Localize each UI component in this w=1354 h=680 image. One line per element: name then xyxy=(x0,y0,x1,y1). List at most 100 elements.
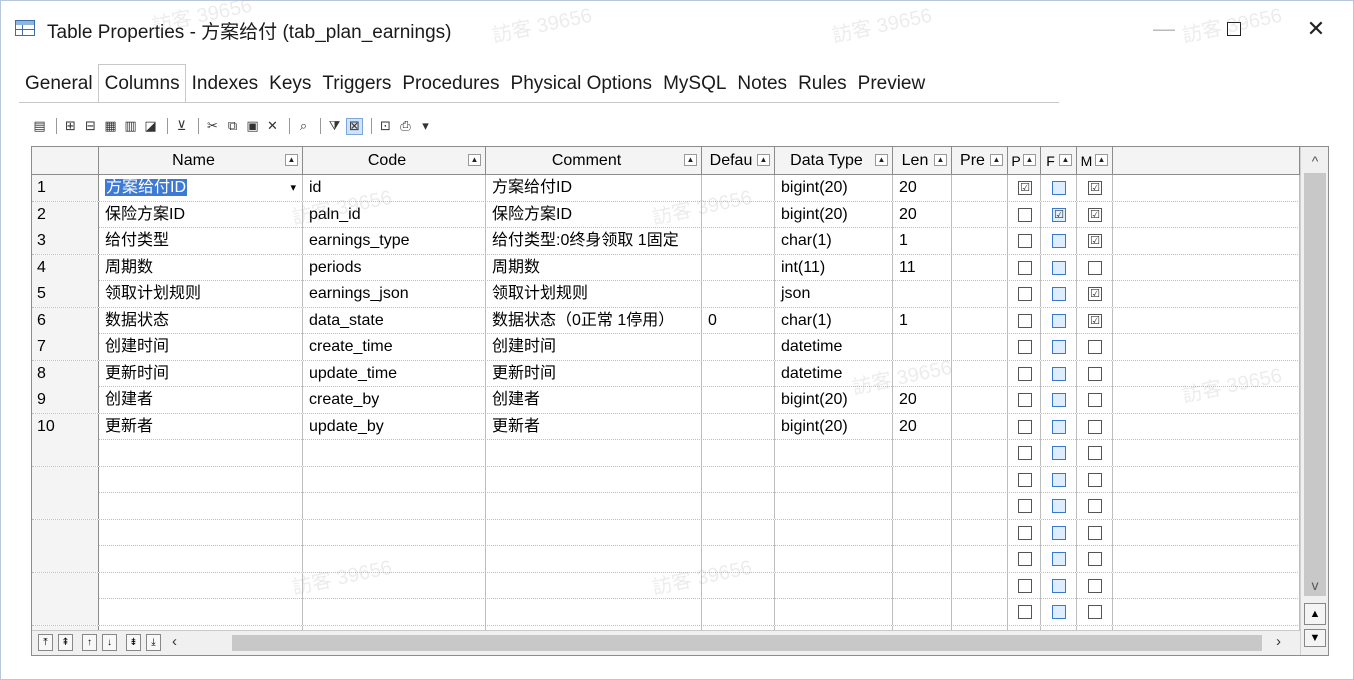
cell-len[interactable]: 20 xyxy=(893,201,952,228)
cell-code[interactable]: create_time xyxy=(303,334,486,360)
move-top-icon[interactable]: ⤒ xyxy=(38,634,53,651)
checkbox-f[interactable] xyxy=(1052,366,1066,381)
cell-m[interactable] xyxy=(1077,413,1113,440)
cell-default[interactable] xyxy=(702,360,775,387)
cell-comment[interactable] xyxy=(486,440,702,466)
vertical-scrollbar[interactable]: ^ v ▲ ▼ xyxy=(1300,147,1328,655)
column-header-type[interactable]: Data Type ▲ xyxy=(775,147,893,175)
checkbox-m[interactable]: ☑ xyxy=(1088,207,1102,222)
cell-type[interactable] xyxy=(775,493,893,519)
cell-type[interactable] xyxy=(775,440,893,466)
cell-code[interactable] xyxy=(303,440,486,466)
checkbox-p[interactable] xyxy=(1018,472,1032,487)
cell-pre[interactable] xyxy=(952,546,1008,572)
cell-m[interactable] xyxy=(1077,546,1113,572)
cut-icon[interactable]: ✂ xyxy=(204,118,221,135)
cell-f[interactable] xyxy=(1041,599,1077,625)
cell-len[interactable] xyxy=(893,493,952,519)
cell-type[interactable]: bigint(20) xyxy=(775,387,893,413)
cell-len[interactable] xyxy=(893,281,952,307)
cell-code[interactable]: id xyxy=(303,175,486,201)
checkbox-p[interactable] xyxy=(1018,207,1032,222)
sort-icon[interactable]: ▲ xyxy=(285,154,298,166)
checkbox-m[interactable] xyxy=(1088,366,1102,381)
cell-code[interactable]: earnings_type xyxy=(303,228,486,254)
columns-icon[interactable]: ▥ xyxy=(122,118,139,135)
cell-p[interactable]: ☑ xyxy=(1008,175,1041,201)
sort-icon[interactable]: ▲ xyxy=(875,154,888,166)
cell-p[interactable] xyxy=(1008,360,1041,387)
tab-columns[interactable]: Columns xyxy=(97,64,186,102)
cell-comment[interactable]: 保险方案ID xyxy=(486,201,702,228)
cell-default[interactable] xyxy=(702,599,775,625)
scroll-left-icon[interactable]: ‹ xyxy=(172,633,177,650)
sort-icon[interactable]: ▲ xyxy=(934,154,947,166)
cell-name[interactable]: 领取计划规则 xyxy=(99,281,303,307)
checkbox-m[interactable] xyxy=(1088,393,1102,407)
cell-comment[interactable]: 数据状态（0正常 1停用） xyxy=(486,307,702,334)
cell-name[interactable]: 更新时间 xyxy=(99,360,303,387)
checkbox-f[interactable] xyxy=(1052,578,1066,593)
cell-code[interactable]: update_by xyxy=(303,413,486,440)
close-button[interactable]: ✕ xyxy=(1293,9,1339,49)
cell-len[interactable]: 1 xyxy=(893,307,952,334)
tab-general[interactable]: General xyxy=(19,68,98,102)
tab-rules[interactable]: Rules xyxy=(792,68,852,102)
cell-type[interactable] xyxy=(775,466,893,493)
column-header-name[interactable]: Name ▲ xyxy=(99,147,303,175)
cell-pre[interactable] xyxy=(952,572,1008,599)
cell-pre[interactable] xyxy=(952,254,1008,281)
cell-p[interactable] xyxy=(1008,413,1041,440)
cell-len[interactable] xyxy=(893,546,952,572)
cell-code[interactable]: earnings_json xyxy=(303,281,486,307)
cell-f[interactable] xyxy=(1041,175,1077,201)
cell-name[interactable] xyxy=(99,572,303,599)
cell-code[interactable] xyxy=(303,493,486,519)
scroll-down-icon[interactable]: v xyxy=(1301,577,1328,593)
cell-m[interactable] xyxy=(1077,440,1113,466)
checkbox-p[interactable] xyxy=(1018,340,1032,354)
column-header-m[interactable]: M ▲ xyxy=(1077,147,1113,175)
checkbox-p[interactable]: ☑ xyxy=(1018,181,1032,195)
sort-icon[interactable]: ▲ xyxy=(468,154,481,166)
cell-len[interactable]: 11 xyxy=(893,254,952,281)
tab-procedures[interactable]: Procedures xyxy=(396,68,504,102)
cell-pre[interactable] xyxy=(952,334,1008,360)
tab-triggers[interactable]: Triggers xyxy=(316,68,396,102)
checkbox-p[interactable] xyxy=(1018,552,1032,566)
sort-icon[interactable]: ▲ xyxy=(1059,154,1072,166)
checkbox-f[interactable] xyxy=(1052,499,1066,513)
checkbox-p[interactable] xyxy=(1018,366,1032,381)
paste-icon[interactable]: ▣ xyxy=(244,118,261,135)
cell-code[interactable]: periods xyxy=(303,254,486,281)
cell-f[interactable] xyxy=(1041,546,1077,572)
checkbox-m[interactable]: ☑ xyxy=(1088,287,1102,301)
checkbox-p[interactable] xyxy=(1018,287,1032,301)
delete-icon[interactable]: ✕ xyxy=(264,118,281,135)
cell-type[interactable]: bigint(20) xyxy=(775,175,893,201)
checkbox-f[interactable] xyxy=(1052,181,1066,195)
checkbox-f[interactable] xyxy=(1052,419,1066,434)
cell-type[interactable]: char(1) xyxy=(775,307,893,334)
cell-m[interactable] xyxy=(1077,466,1113,493)
checkbox-p[interactable] xyxy=(1018,393,1032,407)
checkbox-m[interactable] xyxy=(1088,446,1102,460)
tab-physical-options[interactable]: Physical Options xyxy=(505,68,658,102)
cell-pre[interactable] xyxy=(952,387,1008,413)
sort-icon[interactable]: ▲ xyxy=(1023,154,1036,166)
move-up-icon[interactable]: ↑ xyxy=(82,634,97,651)
cell-m[interactable] xyxy=(1077,599,1113,625)
cell-pre[interactable] xyxy=(952,201,1008,228)
checkbox-f[interactable] xyxy=(1052,446,1066,460)
cell-p[interactable] xyxy=(1008,201,1041,228)
table-row[interactable] xyxy=(32,546,1300,573)
cell-name[interactable]: 周期数 xyxy=(99,254,303,281)
column-header-comment[interactable]: Comment ▲ xyxy=(486,147,702,175)
cell-name[interactable] xyxy=(99,599,303,625)
auto-column-icon[interactable]: ⊠ xyxy=(346,117,363,135)
cell-type[interactable]: json xyxy=(775,281,893,307)
cell-comment[interactable]: 给付类型:0终身领取 1固定 xyxy=(486,228,702,254)
cell-len[interactable]: 20 xyxy=(893,387,952,413)
scroll-up-icon[interactable]: ^ xyxy=(1301,153,1328,169)
cell-pre[interactable] xyxy=(952,413,1008,440)
